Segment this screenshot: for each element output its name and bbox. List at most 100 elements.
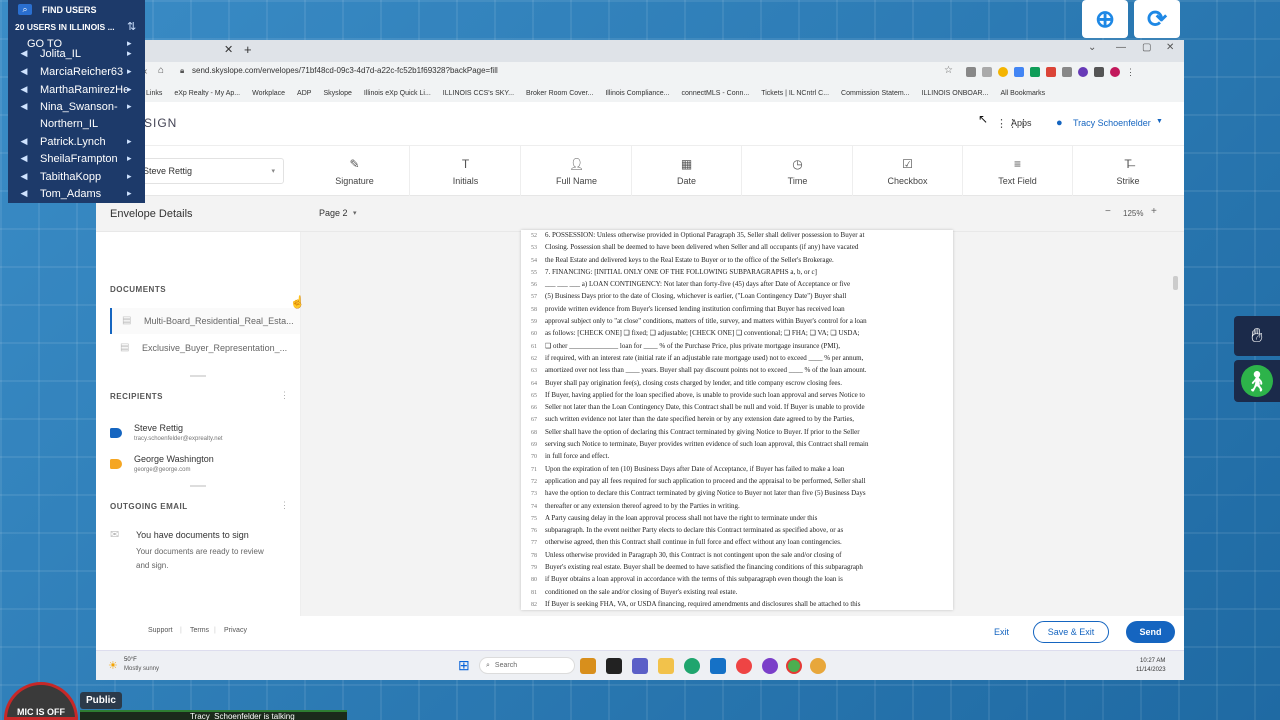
support-link[interactable]: Support (148, 627, 173, 634)
privacy-link[interactable]: Privacy (224, 627, 247, 634)
send-button[interactable]: Send (1126, 621, 1175, 643)
recipient-item[interactable]: Steve Rettig tracy.schoenfelder@exprealt… (110, 422, 290, 448)
mic-off-indicator[interactable]: MIC IS OFF (4, 682, 78, 720)
extension-icon[interactable] (1062, 67, 1072, 77)
zoom-out-icon[interactable]: − (1105, 206, 1111, 217)
page-select[interactable]: Page 2 (319, 208, 348, 218)
address-bar[interactable]: ‹ ⌂ 🔒︎ send.skyslope.com/envelopes/71bf4… (96, 62, 1184, 84)
document-item-active[interactable]: ▤ Multi-Board_Residential_Real_Esta... (110, 308, 300, 334)
bookmark-item[interactable]: Commission Statem... (841, 90, 909, 97)
clock-date[interactable]: 11/14/2023 (1136, 667, 1166, 673)
menu-dots-icon[interactable]: ⋮ (1126, 67, 1135, 79)
tool-text-field[interactable]: ≡ Text Field (963, 146, 1073, 196)
taskbar-app-icon[interactable] (762, 658, 778, 674)
close-tab-icon[interactable]: ✕ (224, 43, 233, 56)
maximize-icon[interactable]: ▢ (1142, 42, 1151, 53)
user-row[interactable]: ◀ Tom_Adams ▸ (8, 185, 145, 202)
terms-link[interactable]: Terms (190, 627, 209, 634)
recipient-item[interactable]: George Washington george@george.com (110, 453, 290, 479)
user-row[interactable]: ◀ Jolita_IL ▸ (8, 47, 145, 60)
bookmark-item[interactable]: Workplace (252, 90, 285, 97)
user-row[interactable]: ◀ Patrick.Lynch ▸ (8, 133, 145, 150)
user-row[interactable]: ◀ TabithaKopp ▸ (8, 168, 145, 185)
taskbar-app-icon[interactable] (606, 658, 622, 674)
resize-handle[interactable] (190, 485, 206, 487)
taskbar-search[interactable]: ⌕ Search (479, 657, 575, 674)
more-options-icon[interactable]: ⋮ (280, 390, 289, 401)
document-page[interactable]: 52 6. POSSESSION: Unless otherwise provid… (521, 230, 953, 610)
tool-date[interactable]: ▦ Date (632, 146, 742, 196)
clock-time[interactable]: 10:27 AM (1140, 658, 1165, 664)
extension-icon[interactable] (1014, 67, 1024, 77)
bookmark-item[interactable]: ILLINOIS ONBOAR... (922, 90, 989, 97)
zoom-in-icon[interactable]: + (1151, 206, 1157, 217)
file-explorer-icon[interactable] (658, 658, 674, 674)
teams-icon[interactable] (632, 658, 648, 674)
minimize-icon[interactable]: — (1116, 42, 1126, 53)
tab-list-icon[interactable]: ⌄ (1088, 42, 1096, 53)
tool-full-name[interactable]: 👤︎ Full Name (522, 146, 632, 196)
user-menu[interactable]: Tracy Schoenfelder (1073, 118, 1151, 128)
walk-icon-button[interactable]: 🚶︎ (1234, 360, 1280, 402)
new-tab-icon[interactable]: + (244, 42, 252, 57)
user-row[interactable]: ◀ SheilaFrampton ▸ (8, 150, 145, 167)
windows-start-icon[interactable]: ⊞ (458, 657, 470, 674)
users-count-row[interactable]: 20 USERS IN ILLINOIS ... ⇅ (8, 18, 145, 35)
document-item[interactable]: ▤ Exclusive_Buyer_Representation_... (110, 336, 300, 360)
bookmark-item[interactable]: Links (146, 90, 162, 97)
bookmark-item[interactable]: connectMLS - Conn... (682, 90, 750, 97)
bookmark-item[interactable]: Skyslope (323, 90, 351, 97)
weather-desc[interactable]: Mostly sunny (124, 666, 159, 672)
extension-icon[interactable] (1078, 67, 1088, 77)
chevron-down-icon[interactable]: ▾ (353, 209, 357, 217)
sort-icon[interactable]: ⇅ (127, 20, 137, 33)
tool-initials[interactable]: T Initials (411, 146, 521, 196)
taskbar-app-icon[interactable] (810, 658, 826, 674)
home-icon[interactable]: ⌂ (158, 65, 164, 76)
taskbar-app-icon[interactable] (736, 658, 752, 674)
app-logo[interactable]: SIGN (144, 116, 177, 130)
scrollbar-thumb[interactable] (1173, 276, 1178, 290)
zoom-in-icon[interactable]: ⊕ (1082, 0, 1128, 38)
tool-signature[interactable]: ✎ Signature (300, 146, 410, 196)
tool-strike[interactable]: T̶ Strike (1073, 146, 1183, 196)
bookmark-item[interactable]: eXp Realty - My Ap... (174, 90, 240, 97)
user-row[interactable]: ◀ MarciaReicher63 ▸ (8, 63, 145, 80)
extension-icon[interactable] (1030, 67, 1040, 77)
extension-icon[interactable] (998, 67, 1008, 77)
refresh-icon[interactable]: ⟳ (1134, 0, 1180, 38)
bookmark-item[interactable]: Broker Room Cover... (526, 90, 593, 97)
bookmark-item[interactable]: ILLINOIS CCS's SKY... (443, 90, 514, 97)
apps-button[interactable]: Apps (1011, 118, 1032, 128)
find-users-button[interactable]: ⌕ FIND USERS (8, 1, 145, 18)
exit-button[interactable]: Exit (994, 627, 1009, 637)
bookmark-star-icon[interactable]: ☆ (944, 65, 953, 76)
user-row[interactable]: ◀ MarthaRamirezHe ▸ (8, 81, 145, 98)
tool-checkbox[interactable]: ☑ Checkbox (853, 146, 963, 196)
more-options-icon[interactable]: ⋮ (280, 500, 289, 511)
url-text[interactable]: send.skyslope.com/envelopes/71bf48cd-09c… (192, 66, 498, 75)
profile-icon[interactable] (1110, 67, 1120, 77)
resize-handle[interactable] (190, 375, 206, 377)
user-row-continued[interactable]: ◀Northern_IL (8, 115, 145, 132)
bookmark-item[interactable]: All Bookmarks (1000, 90, 1045, 97)
save-exit-button[interactable]: Save & Exit (1033, 621, 1109, 643)
chrome-icon[interactable] (786, 658, 802, 674)
extension-icon[interactable] (982, 67, 992, 77)
bookmark-item[interactable]: ADP (297, 90, 311, 97)
extension-icon[interactable] (1046, 67, 1056, 77)
puzzle-icon[interactable] (1094, 67, 1104, 77)
user-row[interactable]: ◀ Nina_Swanson- ▸ (8, 98, 145, 115)
signer-select[interactable]: Steve Rettig ▾ (136, 158, 284, 184)
bookmark-item[interactable]: Illinois Compliance... (605, 90, 669, 97)
taskbar-app-icon[interactable] (580, 658, 596, 674)
raise-hand-icon[interactable]: ✋︎ (1234, 316, 1280, 356)
weather-temp[interactable]: 50°F (124, 657, 137, 663)
chevron-down-icon[interactable]: ▼ (1156, 118, 1163, 125)
close-window-icon[interactable]: ✕ (1166, 42, 1174, 53)
taskbar-app-icon[interactable] (710, 658, 726, 674)
bookmark-item[interactable]: Tickets | IL NCntrl C... (761, 90, 829, 97)
edge-icon[interactable] (684, 658, 700, 674)
bookmark-item[interactable]: Illinois eXp Quick Li... (364, 90, 431, 97)
tool-time[interactable]: ◷ Time (743, 146, 853, 196)
